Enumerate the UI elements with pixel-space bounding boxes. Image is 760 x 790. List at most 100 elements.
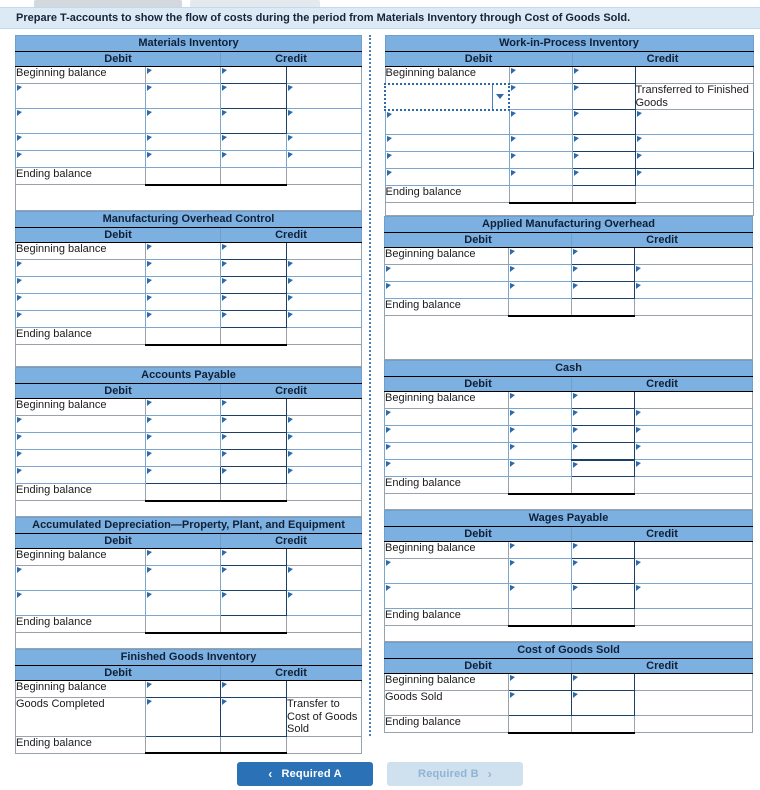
debit-label-input[interactable] (384, 408, 509, 427)
credit-label-input[interactable] (633, 281, 754, 300)
credit-amount-input[interactable] (571, 541, 635, 560)
credit-label-input[interactable] (286, 259, 362, 277)
credit-amount-input[interactable] (571, 134, 636, 153)
credit-label-input[interactable] (286, 276, 362, 294)
debit-label-input[interactable] (384, 425, 509, 444)
credit-amount-input[interactable] (220, 590, 287, 616)
debit-amount-input[interactable] (145, 697, 221, 737)
credit-amount-input[interactable] (220, 259, 287, 277)
credit-label-input[interactable] (286, 310, 362, 328)
credit-amount-input[interactable] (571, 558, 635, 585)
credit-amount-input[interactable] (571, 109, 636, 136)
debit-label-input[interactable] (15, 293, 146, 311)
debit-amount-input[interactable] (508, 247, 572, 266)
debit-amount-input[interactable] (145, 242, 221, 260)
debit-amount-input[interactable] (145, 466, 221, 484)
debit-label-input[interactable] (15, 415, 146, 433)
credit-amount-input[interactable] (220, 697, 287, 737)
credit-amount-input[interactable] (571, 690, 635, 717)
credit-amount-input[interactable] (220, 293, 287, 311)
debit-label-input[interactable] (384, 459, 509, 478)
tab-stub-right[interactable] (190, 0, 320, 7)
debit-amount-input[interactable] (508, 425, 572, 444)
credit-label-input[interactable] (285, 449, 363, 467)
credit-amount-input[interactable] (220, 83, 287, 109)
credit-amount-input[interactable] (220, 466, 287, 484)
credit-label-input[interactable] (285, 108, 363, 134)
credit-amount-input[interactable] (571, 408, 635, 427)
credit-label-input[interactable] (285, 133, 363, 151)
debit-label-input[interactable] (15, 150, 146, 168)
credit-label-input[interactable] (634, 109, 754, 136)
credit-label-input[interactable] (285, 432, 363, 450)
credit-amount-input[interactable] (220, 432, 287, 450)
debit-amount-input[interactable] (508, 673, 572, 692)
debit-amount-input[interactable] (508, 408, 572, 427)
credit-amount-input[interactable] (571, 583, 635, 610)
credit-amount-input[interactable] (571, 151, 636, 170)
credit-label-input[interactable] (285, 466, 363, 484)
debit-label-input[interactable] (15, 108, 146, 134)
debit-label-input[interactable] (15, 449, 146, 467)
debit-label-input[interactable] (384, 264, 509, 283)
debit-amount-input[interactable] (145, 310, 221, 328)
credit-label-input[interactable] (633, 408, 754, 427)
credit-amount-input[interactable] (571, 168, 636, 187)
credit-amount-input[interactable] (571, 281, 635, 300)
debit-label-input[interactable] (384, 151, 510, 170)
chevron-down-icon[interactable] (492, 84, 506, 109)
debit-amount-input[interactable] (508, 281, 572, 300)
debit-label-input[interactable] (384, 168, 510, 187)
credit-label-input[interactable] (633, 264, 754, 283)
debit-amount-input[interactable] (508, 558, 572, 585)
credit-amount-input[interactable] (571, 264, 635, 283)
debit-amount-input[interactable] (145, 415, 221, 433)
debit-amount-input[interactable] (145, 565, 221, 591)
debit-label-input[interactable] (384, 109, 510, 136)
debit-amount-input[interactable] (145, 150, 221, 168)
credit-amount-input[interactable] (220, 310, 287, 328)
credit-label-input[interactable] (634, 583, 753, 610)
required-b-button[interactable]: Required B › (387, 762, 523, 786)
credit-amount-input[interactable] (220, 415, 287, 433)
debit-label-input[interactable] (15, 276, 146, 294)
credit-amount-input[interactable] (571, 673, 635, 692)
debit-amount-input[interactable] (145, 83, 221, 109)
credit-amount-input[interactable] (571, 66, 636, 84)
credit-amount-input[interactable] (220, 150, 287, 168)
debit-label-input[interactable] (384, 583, 509, 610)
debit-amount-input[interactable] (508, 168, 573, 187)
credit-label-input[interactable] (634, 558, 753, 585)
debit-label-input[interactable] (15, 310, 146, 328)
credit-label-input[interactable] (634, 168, 754, 187)
credit-label-input[interactable] (633, 425, 754, 444)
debit-label-input[interactable] (15, 133, 146, 151)
debit-amount-input[interactable] (508, 391, 572, 410)
credit-label-input[interactable] (286, 590, 362, 616)
credit-amount-input[interactable] (220, 548, 287, 566)
debit-label-input[interactable] (15, 466, 146, 484)
debit-amount-input[interactable] (508, 690, 572, 717)
credit-amount-input[interactable] (220, 680, 287, 698)
credit-amount-input[interactable] (220, 242, 287, 260)
credit-amount-input[interactable] (571, 247, 635, 266)
credit-label-input[interactable] (286, 565, 362, 591)
credit-label-input[interactable] (633, 442, 754, 461)
credit-amount-input[interactable] (220, 565, 287, 591)
credit-amount-input[interactable] (571, 425, 635, 444)
debit-amount-input[interactable] (145, 108, 221, 134)
credit-label-input[interactable] (285, 415, 363, 433)
credit-amount-input[interactable] (220, 449, 287, 467)
debit-label-input[interactable] (15, 590, 146, 616)
debit-label-input[interactable] (384, 281, 509, 300)
debit-amount-input[interactable] (508, 82, 573, 111)
credit-label-input[interactable] (285, 150, 363, 168)
credit-label-input[interactable] (634, 151, 754, 170)
debit-amount-input[interactable] (508, 541, 572, 560)
debit-amount-input[interactable] (145, 449, 221, 467)
debit-label-input[interactable] (15, 565, 146, 591)
debit-amount-input[interactable] (145, 259, 221, 277)
debit-amount-input[interactable] (508, 264, 572, 283)
debit-amount-input[interactable] (508, 66, 573, 84)
debit-amount-input[interactable] (508, 459, 572, 478)
